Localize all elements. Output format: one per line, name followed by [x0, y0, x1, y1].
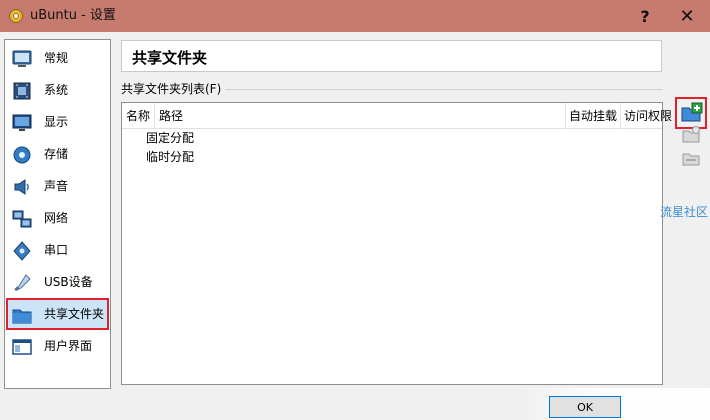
serial-port-icon	[13, 241, 31, 261]
column-header-path[interactable]: 路径	[159, 109, 183, 123]
column-separator	[565, 103, 566, 129]
window-title: uBuntu - 设置	[30, 8, 116, 23]
sidebar-item-label: 常规	[44, 51, 69, 65]
table-header: 名称 路径 自动挂载 访问权限	[122, 103, 672, 129]
shared-folder-icon	[12, 309, 32, 324]
shared-folder-list-label: 共享文件夹列表(F)	[121, 82, 226, 96]
column-header-name[interactable]: 名称	[126, 109, 150, 123]
sidebar-item-user-interface[interactable]: 用户界面	[7, 331, 108, 361]
remove-shared-folder-button[interactable]	[680, 147, 702, 169]
sidebar-item-general[interactable]: 常规	[7, 43, 108, 73]
list-item[interactable]: 固定分配	[146, 131, 194, 145]
sidebar-item-serial-port[interactable]: 串口	[7, 235, 108, 265]
user-interface-icon	[12, 339, 32, 355]
column-header-access[interactable]: 访问权限	[624, 109, 672, 123]
close-button[interactable]: ✕	[664, 0, 710, 32]
usb-icon	[14, 274, 31, 292]
list-item[interactable]: 临时分配	[146, 150, 194, 164]
sidebar-item-label: USB设备	[44, 275, 93, 289]
page-title: 共享文件夹	[132, 49, 208, 67]
display-icon	[12, 114, 32, 131]
sidebar-item-label: 系统	[44, 83, 69, 97]
remove-shared-folder-icon	[682, 153, 700, 166]
sidebar-item-network[interactable]: 网络	[7, 203, 108, 233]
watermark-text: 流星社区	[660, 205, 709, 219]
network-icon	[12, 210, 32, 228]
settings-sidebar: 常规 系统 显示 存储 声音 网络 串口 USB设备 共享文件夹 用户界面	[4, 39, 111, 389]
sidebar-item-label: 串口	[44, 243, 69, 257]
column-header-auto-mount[interactable]: 自动挂载	[569, 109, 617, 123]
shared-folder-table[interactable]: 名称 路径 自动挂载 访问权限 固定分配 临时分配	[121, 102, 672, 385]
sidebar-item-label: 共享文件夹	[44, 307, 105, 321]
audio-icon	[14, 179, 29, 195]
sidebar-item-usb[interactable]: USB设备	[7, 267, 108, 297]
sidebar-item-label: 显示	[44, 115, 69, 129]
sidebar-item-system[interactable]: 系统	[7, 75, 108, 105]
column-separator	[154, 103, 155, 129]
sidebar-item-audio[interactable]: 声音	[7, 171, 108, 201]
sidebar-item-label: 用户界面	[44, 339, 93, 353]
edit-shared-folder-button[interactable]	[680, 124, 702, 146]
edit-shared-folder-icon	[682, 126, 700, 143]
system-icon	[13, 82, 31, 100]
title-bar: uBuntu - 设置 ? ✕	[0, 0, 710, 32]
add-shared-folder-icon	[681, 102, 703, 122]
sidebar-item-label: 声音	[44, 179, 69, 193]
sidebar-item-label: 网络	[44, 211, 69, 225]
storage-icon	[13, 146, 31, 164]
ok-button[interactable]: OK	[549, 396, 621, 418]
page-header: 共享文件夹	[121, 40, 662, 72]
column-separator	[620, 103, 621, 129]
sidebar-item-display[interactable]: 显示	[7, 107, 108, 137]
virtualbox-gear-icon	[9, 9, 23, 23]
help-button[interactable]: ?	[622, 0, 668, 32]
add-shared-folder-button[interactable]	[675, 97, 707, 129]
sidebar-item-shared-folders[interactable]: 共享文件夹	[6, 298, 109, 330]
sidebar-item-storage[interactable]: 存储	[7, 139, 108, 169]
sidebar-item-label: 存储	[44, 147, 69, 161]
general-icon	[12, 50, 32, 67]
